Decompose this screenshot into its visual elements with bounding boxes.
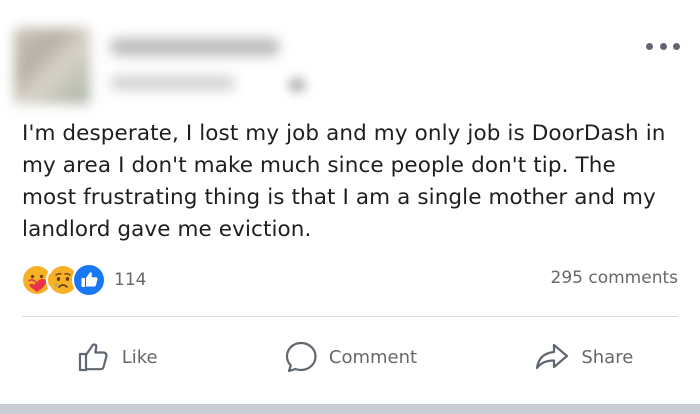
more-dot-icon	[659, 42, 667, 50]
share-label: Share	[581, 346, 634, 368]
comment-label: Comment	[328, 346, 418, 368]
comments-count-link[interactable]: 295 comments	[551, 268, 678, 288]
author-name-redacted[interactable]	[110, 38, 280, 56]
privacy-icon-redacted	[288, 78, 306, 92]
feed-separator	[0, 404, 700, 414]
action-bar: Like Comment Share	[0, 330, 700, 384]
share-button[interactable]: Share	[467, 330, 700, 384]
like-reaction-icon	[72, 263, 106, 297]
more-dot-icon	[673, 42, 680, 50]
like-button[interactable]: Like	[0, 330, 233, 384]
speech-bubble-icon	[283, 339, 319, 375]
thumbs-up-icon	[76, 339, 112, 375]
share-arrow-icon	[533, 339, 571, 375]
more-dot-icon	[646, 42, 653, 50]
comment-button[interactable]: Comment	[233, 330, 466, 384]
post-text: I'm desperate, I lost my job and my only…	[22, 121, 666, 242]
reactions-summary[interactable]: 114	[20, 263, 146, 297]
like-label: Like	[121, 346, 158, 368]
divider	[22, 316, 678, 317]
post-timestamp-redacted	[110, 76, 235, 90]
reaction-count: 114	[114, 270, 147, 290]
avatar[interactable]	[14, 28, 90, 104]
post-card: I'm desperate, I lost my job and my only…	[0, 0, 700, 404]
more-options-button[interactable]	[646, 36, 680, 56]
